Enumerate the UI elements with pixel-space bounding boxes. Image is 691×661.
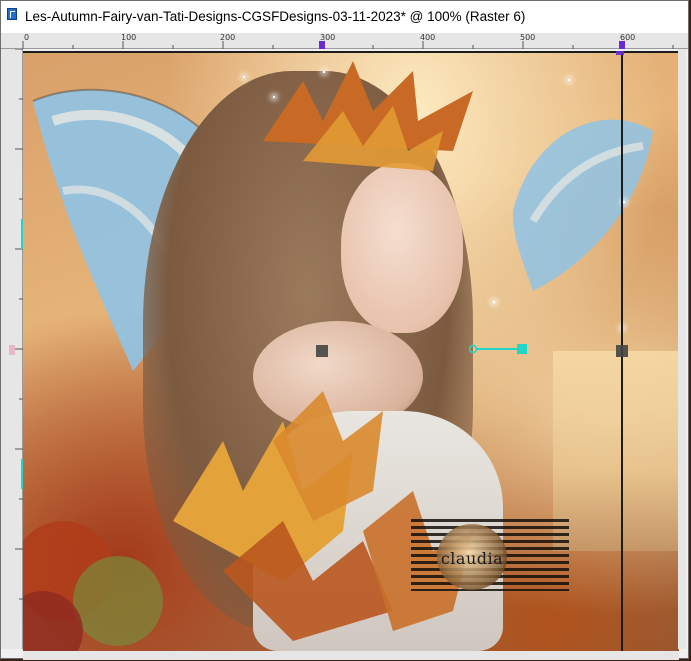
sparkle <box>243 76 245 78</box>
sparkle <box>323 71 325 73</box>
sparkle <box>493 301 495 303</box>
sparkle <box>568 79 570 81</box>
leaf-bouquet <box>173 391 473 641</box>
window-titlebar[interactable]: Les-Autumn-Fairy-van-Tati-Designs-CGSFDe… <box>1 1 688 33</box>
window-title: Les-Autumn-Fairy-van-Tati-Designs-CGSFDe… <box>25 8 526 24</box>
ruler-ticks-h <box>22 41 674 49</box>
pivot-icon[interactable] <box>469 344 527 354</box>
image-window[interactable]: Les-Autumn-Fairy-van-Tati-Designs-CGSFDe… <box>0 0 689 660</box>
watermark-logo: claudia <box>437 524 507 590</box>
vertical-scrollbar[interactable] <box>678 49 686 649</box>
right-wing <box>513 119 653 291</box>
sparkle <box>273 96 275 98</box>
vertical-ruler[interactable] <box>1 49 23 649</box>
bottom-ruler-strip <box>23 651 679 660</box>
sparkle <box>623 201 625 203</box>
resize-handle-top-right[interactable] <box>616 51 624 55</box>
image-canvas[interactable]: claudia <box>23 51 679 651</box>
app-icon <box>7 8 17 20</box>
watermark-text: claudia <box>440 548 504 568</box>
lake-background <box>553 351 679 551</box>
foliage-left <box>23 521 163 651</box>
leaf-crown <box>263 61 473 171</box>
selection-top-edge <box>23 51 679 53</box>
resize-handle-right[interactable] <box>616 345 628 357</box>
horizontal-ruler[interactable]: 0 100 200 300 400 500 600 <box>1 33 688 49</box>
move-handle-icon[interactable] <box>316 345 328 357</box>
ruler-ticks-v <box>9 49 23 600</box>
